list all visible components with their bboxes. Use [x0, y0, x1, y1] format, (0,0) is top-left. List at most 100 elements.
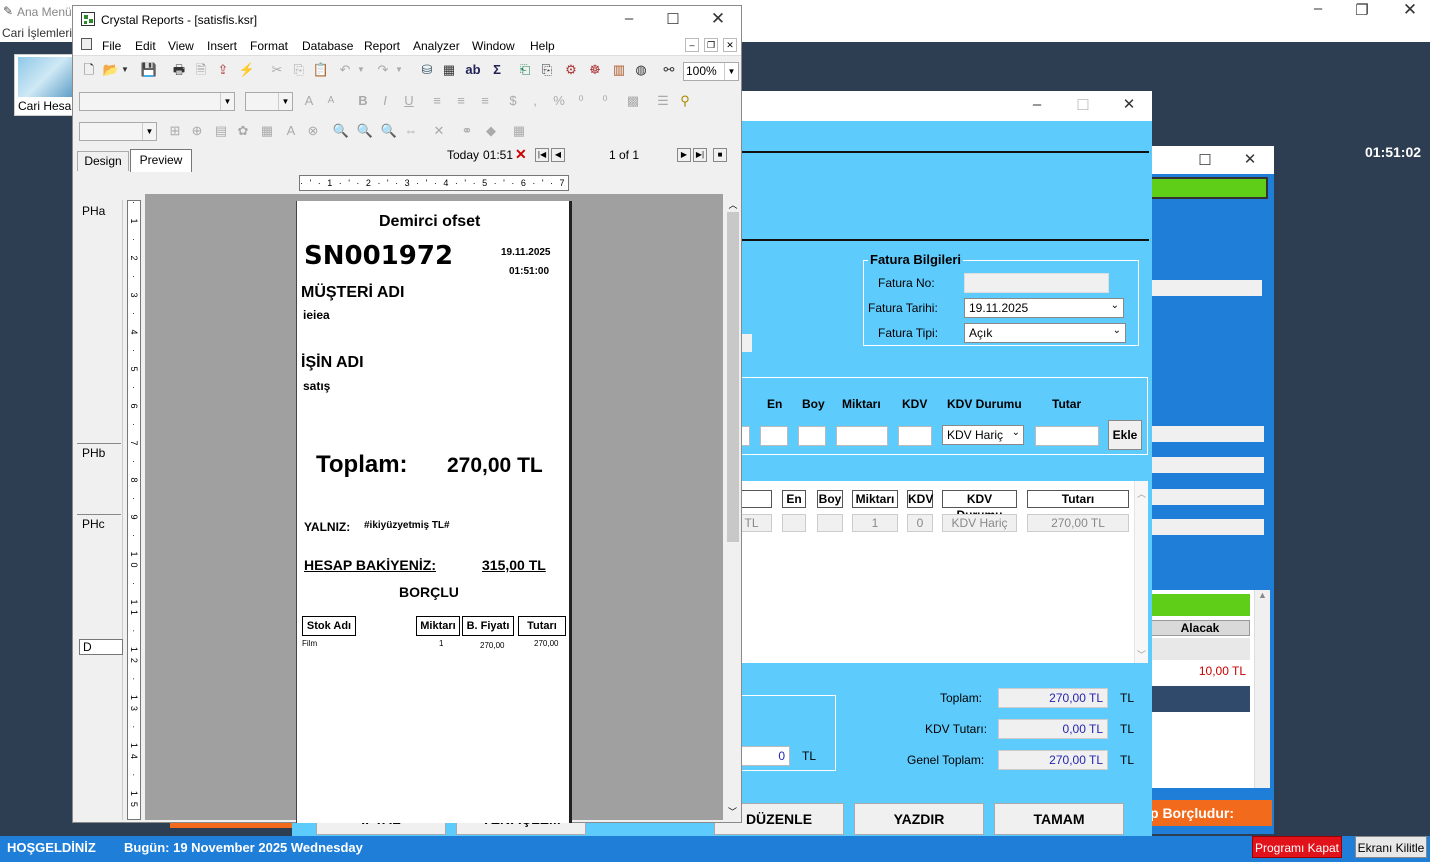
align-center-icon[interactable]: ≡	[451, 90, 471, 112]
export-icon[interactable]: ⇪	[213, 59, 233, 81]
menu-edit[interactable]: Edit	[135, 39, 156, 53]
field-explorer-icon[interactable]: ▦	[439, 59, 459, 81]
first-page-icon[interactable]: |◀	[535, 148, 549, 162]
new-icon[interactable]: 🗋	[79, 59, 99, 81]
menu-report[interactable]: Report	[364, 39, 400, 53]
refresh-icon[interactable]: ⚡	[237, 59, 257, 81]
section-d[interactable]: D	[79, 639, 123, 655]
lock-screen-button[interactable]: Ekranı Kilitle	[1355, 836, 1427, 858]
format-painter-icon[interactable]: ⚲	[675, 90, 695, 112]
insert-map-icon[interactable]: ⚙	[561, 59, 581, 81]
font-size-select[interactable]: ▼	[245, 92, 293, 111]
cari-close-button[interactable]: ✕	[1235, 150, 1265, 168]
text-object-icon[interactable]: ab	[463, 59, 483, 81]
undo-dropdown-icon[interactable]: ▼	[355, 59, 367, 81]
print-preview-icon[interactable]: 🗎	[191, 59, 211, 81]
crystal-close-button[interactable]: ✕	[703, 9, 733, 29]
insert-box-icon[interactable]: ▦	[257, 120, 277, 142]
cari-restore-button[interactable]: ☐	[1190, 151, 1220, 169]
insert-olap-icon[interactable]: ☸	[585, 59, 605, 81]
cari-hesap-shortcut[interactable]: Cari Hesap	[14, 54, 78, 116]
stop-icon[interactable]: ■	[713, 148, 727, 162]
database-icon[interactable]: ⛁	[417, 59, 437, 81]
open-icon[interactable]: 📂	[101, 59, 121, 81]
scroll-thumb[interactable]	[727, 212, 739, 542]
insert-crosstab-icon[interactable]: ⊕	[187, 120, 207, 142]
prev-page-icon[interactable]: ◀	[551, 148, 565, 162]
fatura-no-input[interactable]	[964, 273, 1109, 293]
paste-icon[interactable]: 📋	[311, 59, 331, 81]
currency-icon[interactable]: $	[503, 90, 523, 112]
menu-window[interactable]: Window	[472, 39, 515, 53]
border-icon[interactable]: ▩	[623, 90, 643, 112]
zoom-out-icon[interactable]: 🔍	[355, 120, 375, 142]
main-minimize-button[interactable]: –	[1303, 0, 1333, 17]
open-dropdown-icon[interactable]: ▼	[119, 59, 131, 81]
insert-bar-chart-icon[interactable]: ▥	[609, 59, 629, 81]
yazdir-button[interactable]: YAZDIR	[854, 803, 984, 835]
main-restore-button[interactable]: ❐	[1347, 1, 1377, 19]
hyperlink-icon[interactable]: ⚭	[457, 120, 477, 142]
tamam-button[interactable]: TAMAM	[994, 803, 1124, 835]
ekle-button[interactable]: Ekle	[1108, 420, 1142, 450]
menu-format[interactable]: Format	[250, 39, 288, 53]
menu-insert[interactable]: Insert	[207, 39, 237, 53]
lines-icon[interactable]: ☰	[653, 90, 673, 112]
tab-design[interactable]: Design	[77, 151, 129, 171]
delete-icon[interactable]: ✕	[429, 120, 449, 142]
scroll-down-icon[interactable]: ﹀	[728, 805, 737, 818]
font-name-select[interactable]: ▼	[79, 92, 235, 111]
main-close-button[interactable]: ✕	[1395, 0, 1425, 20]
align-left-icon[interactable]: ≡	[427, 90, 447, 112]
menu-cari-islemleri[interactable]: Cari İşlemleri	[2, 26, 72, 40]
fatura-tarihi-picker[interactable]: 19.11.2025 ⌄	[964, 298, 1124, 318]
grid-icon[interactable]: ▦	[509, 120, 529, 142]
boy-input[interactable]	[798, 426, 826, 446]
crystal-maximize-button[interactable]: ☐	[658, 10, 688, 28]
cari-field-2[interactable]	[1150, 426, 1264, 442]
thousands-icon[interactable]: ,	[525, 90, 545, 112]
shrink-font-icon[interactable]: A	[321, 90, 341, 112]
cari-grid-scrollbar[interactable]: ▲	[1254, 590, 1270, 788]
cari-field-4[interactable]	[1150, 489, 1264, 505]
align-right-icon[interactable]: ≡	[475, 90, 495, 112]
bold-icon[interactable]: B	[353, 90, 373, 112]
link-icon[interactable]: ⇔	[401, 120, 421, 142]
invoice-restore-button[interactable]: ☐	[1068, 96, 1098, 114]
underline-icon[interactable]: U	[399, 90, 419, 112]
insert-subreport-icon[interactable]: ⎘	[537, 59, 557, 81]
shape-icon[interactable]: ◆	[481, 120, 501, 142]
redo-dropdown-icon[interactable]: ▼	[393, 59, 405, 81]
section-phc[interactable]: PHc	[82, 517, 105, 531]
next-page-icon[interactable]: ▶	[677, 148, 691, 162]
redo-icon[interactable]: ↷	[373, 59, 393, 81]
scroll-up-icon[interactable]: ︿	[725, 198, 741, 211]
print-icon[interactable]: 🖶	[169, 59, 189, 81]
tutar-input[interactable]	[1035, 426, 1099, 446]
insert-ole-icon[interactable]: ✿	[233, 120, 253, 142]
mdi-restore-icon[interactable]: ❐	[704, 38, 718, 52]
undo-icon[interactable]: ↶	[335, 59, 355, 81]
decrease-decimals-icon[interactable]: ⁰	[595, 90, 615, 112]
last-page-icon[interactable]: ▶|	[693, 148, 707, 162]
italic-icon[interactable]: I	[375, 90, 395, 112]
miktari-input[interactable]	[836, 426, 888, 446]
menu-database[interactable]: Database	[302, 39, 353, 53]
increase-decimals-icon[interactable]: ⁰	[571, 90, 591, 112]
insert-group-icon[interactable]: ⊞	[165, 120, 185, 142]
cari-field-3[interactable]	[1150, 457, 1264, 473]
summary-icon[interactable]: Σ	[487, 59, 507, 81]
menu-help[interactable]: Help	[530, 39, 555, 53]
menu-view[interactable]: View	[168, 39, 194, 53]
insert-picture-icon[interactable]: ▤	[211, 120, 231, 142]
mdi-minimize-icon[interactable]: –	[685, 38, 699, 52]
style-select[interactable]: ▼	[79, 122, 157, 141]
kdv-durumu-select[interactable]: KDV Hariç ⌄	[942, 425, 1024, 445]
cari-field-5[interactable]	[1150, 519, 1264, 535]
grid-scrollbar[interactable]: ︿ ﹀	[1134, 481, 1148, 663]
close-program-button[interactable]: Programı Kapat	[1252, 836, 1342, 858]
mdi-close-icon[interactable]: ✕	[723, 38, 737, 52]
insert-map2-icon[interactable]: ⊗	[303, 120, 323, 142]
section-pha[interactable]: PHa	[82, 204, 105, 218]
zoom-in-icon[interactable]: 🔍	[331, 120, 351, 142]
